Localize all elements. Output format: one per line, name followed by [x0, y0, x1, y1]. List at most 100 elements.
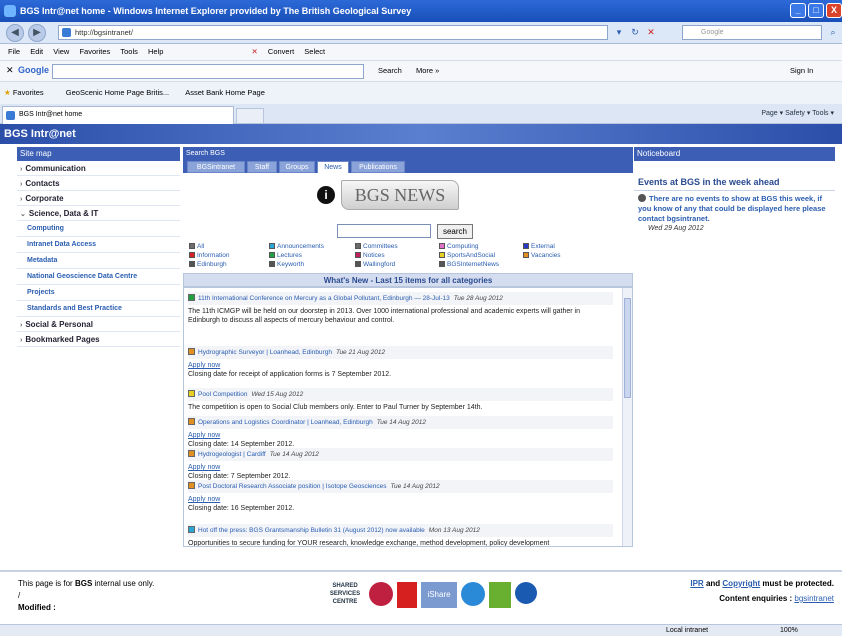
- sitemap-subitem[interactable]: Projects: [17, 285, 180, 301]
- sitemap-subitem[interactable]: National Geoscience Data Centre: [17, 269, 180, 285]
- search-icon[interactable]: ⌕: [826, 25, 840, 40]
- sitemap-subitem[interactable]: Intranet Data Access: [17, 237, 180, 253]
- tool-logo-icon[interactable]: [461, 582, 485, 606]
- tab-groups[interactable]: Groups: [279, 161, 315, 173]
- back-button[interactable]: ◀: [6, 24, 24, 42]
- sitemap-item-bookmarked[interactable]: › Bookmarked Pages: [17, 332, 180, 347]
- menu-favorites[interactable]: Favorites: [79, 47, 110, 56]
- category-label: Vacancies: [531, 252, 561, 259]
- tab-publications[interactable]: Publications: [351, 161, 405, 173]
- news-item-title[interactable]: Hydrogeologist | Cardiff Tue 14 Aug 2012: [188, 448, 613, 461]
- news-search-input[interactable]: [337, 224, 431, 238]
- new-tab-button[interactable]: [236, 108, 264, 124]
- news-item-title[interactable]: 11th International Conference on Mercury…: [188, 292, 613, 305]
- category-filter[interactable]: BGSInternetNews: [439, 261, 499, 269]
- close-button[interactable]: X: [826, 3, 842, 18]
- category-filter[interactable]: Wallingford: [355, 261, 395, 269]
- news-item: Operations and Logistics Coordinator | L…: [188, 416, 613, 449]
- sitemap-subitem[interactable]: Computing: [17, 221, 180, 237]
- favorite-item[interactable]: Asset Bank Home Page: [185, 88, 265, 97]
- google-search-input[interactable]: [52, 64, 364, 79]
- category-filter[interactable]: Notices: [355, 252, 385, 260]
- menu-edit[interactable]: Edit: [30, 47, 43, 56]
- tab-news[interactable]: News: [317, 161, 349, 173]
- sitemap-item-social[interactable]: › Social & Personal: [17, 317, 180, 332]
- forward-button[interactable]: ▶: [28, 24, 46, 42]
- news-item-title[interactable]: Operations and Logistics Coordinator | L…: [188, 416, 613, 429]
- favorite-item[interactable]: GeoScenic Home Page Britis...: [66, 88, 169, 97]
- google-search-button[interactable]: Search: [378, 66, 402, 75]
- google-more-button[interactable]: More »: [416, 66, 439, 75]
- refresh-icon[interactable]: ↻: [628, 25, 642, 40]
- category-filter[interactable]: Vacancies: [523, 252, 561, 260]
- sitemap-subitem[interactable]: Standards and Best Practice: [17, 301, 180, 317]
- news-item-title[interactable]: Post Doctoral Research Associate positio…: [188, 480, 613, 493]
- favorites-label[interactable]: Favorites: [13, 88, 44, 97]
- category-filter[interactable]: SportsAndSocial: [439, 252, 495, 260]
- news-body-text: Closing date: 7 September 2012.: [188, 473, 291, 480]
- close-toolbar-icon[interactable]: ✕: [252, 47, 258, 56]
- sitemap-item-corporate[interactable]: › Corporate: [17, 191, 180, 206]
- sitemap-item-science[interactable]: ⌄ Science, Data & IT: [17, 206, 180, 221]
- tab-staff[interactable]: Staff: [247, 161, 277, 173]
- stop-icon[interactable]: ✕: [644, 25, 658, 40]
- category-filter[interactable]: Lectures: [269, 252, 302, 260]
- building-logo-icon: [397, 582, 417, 608]
- address-field[interactable]: http://bgsintranet/: [58, 25, 608, 40]
- category-filter[interactable]: Information: [189, 252, 230, 260]
- category-icon: [188, 294, 195, 301]
- category-filter[interactable]: Computing: [439, 243, 478, 251]
- news-item-title[interactable]: Hydrographic Surveyor | Loanhead, Edinbu…: [188, 346, 613, 359]
- news-item-title[interactable]: Hot off the press: BGS Grantsmanship Bul…: [188, 524, 613, 537]
- footer-slash: /: [18, 591, 21, 600]
- footer-text: Content enquiries :: [719, 594, 793, 603]
- news-item-title[interactable]: Pool Competition Wed 15 Aug 2012: [188, 388, 613, 401]
- menu-file[interactable]: File: [8, 47, 20, 56]
- category-filter[interactable]: Edinburgh: [189, 261, 227, 269]
- category-icon: [188, 450, 195, 457]
- minimize-button[interactable]: _: [790, 3, 806, 18]
- chart-logo-icon[interactable]: [489, 582, 511, 608]
- footer-text: This page is for: [18, 579, 73, 588]
- convert-button[interactable]: Convert: [268, 47, 294, 56]
- category-filter[interactable]: All: [189, 243, 204, 251]
- zoom-level[interactable]: 100%: [780, 625, 798, 636]
- category-filter[interactable]: External: [523, 243, 555, 251]
- google-signin-link[interactable]: Sign In: [790, 66, 813, 75]
- noticeboard-message[interactable]: There are no events to show at BGS this …: [634, 194, 835, 224]
- menu-tools[interactable]: Tools: [120, 47, 138, 56]
- scrollbar-thumb[interactable]: [624, 298, 631, 398]
- search-news-panel: Search BGS BGSintranet Staff Groups News…: [183, 147, 633, 567]
- apply-now-link[interactable]: Apply now: [188, 495, 613, 504]
- category-filter[interactable]: Keyworth: [269, 261, 304, 269]
- dropdown-arrow-icon[interactable]: ▾: [612, 25, 626, 40]
- ipr-link[interactable]: IPR: [690, 579, 703, 588]
- chevron-right-icon: ›: [20, 322, 23, 329]
- news-search-button[interactable]: search: [437, 224, 473, 239]
- apply-now-link[interactable]: Apply now: [188, 463, 613, 472]
- browser-search-input[interactable]: Google: [682, 25, 822, 40]
- enquiries-link[interactable]: bgsintranet: [794, 594, 834, 603]
- select-button[interactable]: Select: [304, 47, 325, 56]
- category-label: Committees: [363, 243, 398, 250]
- news-item-body: Apply now Closing date: 16 September 2012…: [188, 495, 613, 513]
- sitemap-subitem[interactable]: Metadata: [17, 253, 180, 269]
- sitemap-item-communication[interactable]: › Communication: [17, 161, 180, 176]
- category-filter[interactable]: Committees: [355, 243, 398, 251]
- command-bar[interactable]: Page ▾ Safety ▾ Tools ▾: [761, 104, 834, 124]
- google-close-icon[interactable]: ✕: [6, 65, 14, 76]
- sitemap-item-contacts[interactable]: › Contacts: [17, 176, 180, 191]
- ishare-logo[interactable]: iShare: [421, 582, 457, 608]
- copyright-link[interactable]: Copyright: [722, 579, 760, 588]
- category-swatch-icon: [439, 261, 445, 267]
- news-scrollbar[interactable]: [622, 288, 632, 546]
- globe-logo-icon[interactable]: [515, 582, 537, 604]
- maximize-button[interactable]: □: [808, 3, 824, 18]
- menu-help[interactable]: Help: [148, 47, 163, 56]
- apply-now-link[interactable]: Apply now: [188, 431, 613, 440]
- category-filter[interactable]: Announcements: [269, 243, 324, 251]
- browser-tab[interactable]: BGS Intr@net home: [2, 106, 234, 124]
- menu-view[interactable]: View: [53, 47, 69, 56]
- apply-now-link[interactable]: Apply now: [188, 361, 613, 370]
- tab-bgsintranet[interactable]: BGSintranet: [187, 161, 245, 173]
